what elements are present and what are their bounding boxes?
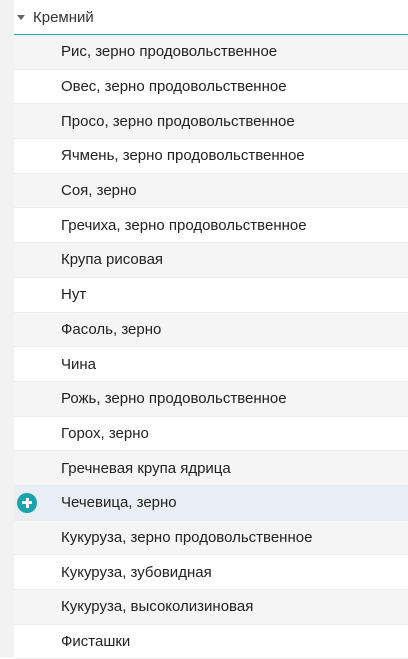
list-item[interactable]: Чина [14,347,408,382]
caret-down-icon[interactable] [17,14,25,20]
list-item-label: Чина [61,355,97,373]
list-item-label: Кукуруза, зерно продовольственное [61,528,313,546]
list-item[interactable]: Просо, зерно продовольственное [14,104,408,140]
list-item[interactable]: Овес, зерно продовольственное [14,69,408,105]
list-item-label: Гречиха, зерно продовольственное [61,216,307,234]
list-item-label: Фисташки [61,633,131,651]
list-item[interactable]: Крупа рисовая [14,243,408,278]
list-item-label: Рожь, зерно продовольственное [61,390,287,408]
nutrient-group-panel: Кремний Рис, зерно продовольственное Ове… [14,0,408,659]
list-item-label: Горох, зерно [61,424,149,442]
list-item[interactable]: Гречневая крупа ядрица [14,451,408,486]
list-item[interactable]: Кукуруза, зерно продовольственное [14,520,408,556]
list-item-label: Чечевица, зерно [61,494,177,512]
list-item[interactable]: Ячмень, зерно продовольственное [14,139,408,174]
left-gutter [0,0,14,657]
list-item-label: Крупа рисовая [61,251,164,269]
list-item-label: Кукуруза, высоколизиновая [61,598,254,616]
list-item-label: Гречневая крупа ядрица [61,459,231,477]
list-item-hovered[interactable]: Чечевица, зерно [14,485,408,521]
list-item-label: Овес, зерно продовольственное [61,78,287,96]
group-header-silicon[interactable]: Кремний [14,0,408,35]
list-item-label: Соя, зерно [61,182,137,200]
list-item-label: Просо, зерно продовольственное [61,112,295,130]
list-item[interactable]: Нут [14,277,408,313]
list-item-label: Ячмень, зерно продовольственное [61,147,305,165]
list-item[interactable]: Кукуруза, зубовидная [14,555,408,590]
food-list: Рис, зерно продовольственное Овес, зерно… [14,35,408,659]
list-item-label: Фасоль, зерно [61,320,162,338]
list-item[interactable]: Фасоль, зерно [14,312,408,348]
add-circle-icon[interactable] [17,492,37,513]
list-item[interactable]: Соя, зерно [14,173,408,209]
list-item[interactable]: Гречиха, зерно продовольственное [14,208,408,244]
list-item[interactable]: Рис, зерно продовольственное [14,35,408,70]
list-item[interactable]: Кукуруза, высоколизиновая [14,590,408,625]
list-item-label: Нут [61,286,87,304]
list-item[interactable]: Рожь, зерно продовольственное [14,381,408,417]
list-item-label: Кукуруза, зубовидная [61,563,212,581]
group-title: Кремний [33,8,94,26]
list-item[interactable]: Горох, зерно [14,416,408,452]
list-item[interactable]: Фисташки [14,624,408,659]
list-item-label: Рис, зерно продовольственное [61,43,278,61]
